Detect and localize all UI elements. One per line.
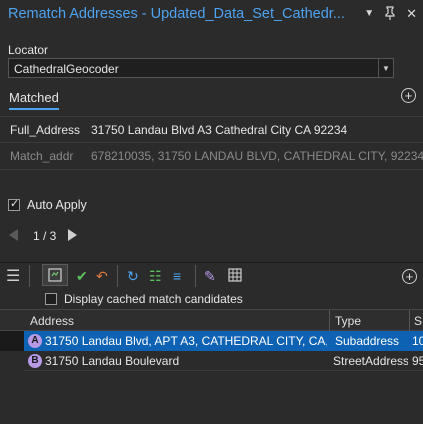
toolbar-separator: [29, 265, 30, 287]
column-divider[interactable]: [329, 310, 330, 332]
cell-score: 95: [412, 354, 423, 368]
sort-list-icon[interactable]: ≡: [173, 268, 181, 284]
rematch-icon[interactable]: ↻: [127, 268, 139, 285]
row-selector[interactable]: [0, 331, 24, 351]
auto-apply-label: Auto Apply: [27, 198, 87, 212]
add-field-icon[interactable]: +: [401, 88, 416, 103]
match-icon[interactable]: ✔: [76, 268, 88, 285]
zoom-to-candidate-button[interactable]: [42, 264, 68, 286]
pager-text: 1 / 3: [33, 229, 57, 243]
tab-matched[interactable]: Matched: [9, 90, 59, 110]
display-cached-label: Display cached match candidates: [64, 292, 243, 306]
candidate-badge: A: [28, 334, 42, 348]
cell-address: 31750 Landau Boulevard: [45, 354, 180, 368]
field-value: 678210035, 31750 LANDAU BLVD, CATHEDRAL …: [91, 149, 423, 163]
candidates-toolbar: ☰ ✔ ↶ ↻ ☷ ≡ ✎ +: [0, 263, 423, 291]
column-divider[interactable]: [409, 310, 410, 332]
field-name: Match_addr: [10, 149, 74, 163]
window-title: Rematch Addresses - Updated_Data_Set_Cat…: [8, 6, 345, 22]
field-name: Full_Address: [10, 123, 81, 137]
chevron-down-icon[interactable]: ▼: [364, 8, 374, 23]
close-icon[interactable]: ✕: [406, 6, 417, 23]
field-value[interactable]: 31750 Landau Blvd A3 Cathedral City CA 9…: [91, 123, 347, 137]
unmatch-icon[interactable]: ↶: [96, 268, 108, 285]
table-row[interactable]: B 31750 Landau Boulevard StreetAddress 9…: [0, 351, 423, 371]
toolbar-separator: [195, 265, 196, 287]
display-cached-checkbox[interactable]: [45, 293, 57, 305]
next-arrow-icon[interactable]: [68, 229, 77, 241]
field-row-match-addr: Match_addr 678210035, 31750 LANDAU BLVD,…: [0, 143, 423, 170]
menu-icon[interactable]: ☰: [6, 266, 20, 286]
edit-candidate-icon[interactable]: ✎: [204, 268, 216, 285]
previous-arrow-icon[interactable]: [9, 229, 18, 241]
window-controls: ▼ ✕: [364, 6, 417, 23]
cell-type: Subaddress: [335, 334, 400, 348]
candidate-badge: B: [28, 354, 42, 368]
cell-address: 31750 Landau Blvd, APT A3, CATHEDRAL CIT…: [45, 334, 327, 348]
pin-icon[interactable]: [384, 6, 396, 23]
title-bar: Rematch Addresses - Updated_Data_Set_Cat…: [0, 0, 423, 28]
checkmark-icon: ✓: [10, 198, 20, 210]
locator-dropdown[interactable]: CathedralGeocoder ▼: [8, 58, 394, 78]
table-row[interactable]: A 31750 Landau Blvd, APT A3, CATHEDRAL C…: [0, 331, 423, 351]
field-row-full-address: Full_Address 31750 Landau Blvd A3 Cathed…: [0, 116, 423, 143]
table-header: Address Type S: [0, 309, 423, 332]
candidates-panel: ☰ ✔ ↶ ↻ ☷ ≡ ✎ + Display cached match can…: [0, 262, 423, 424]
match-list-icon[interactable]: ☷: [149, 268, 162, 285]
column-header-address[interactable]: Address: [30, 314, 74, 328]
cell-type: StreetAddress: [333, 354, 408, 368]
column-header-score[interactable]: S: [414, 314, 422, 328]
auto-apply-checkbox[interactable]: ✓: [8, 198, 20, 211]
add-candidate-icon[interactable]: +: [402, 269, 417, 284]
toolbar-separator: [117, 265, 118, 287]
row-selector[interactable]: [0, 351, 24, 371]
cell-score: 10: [412, 334, 423, 348]
column-header-type[interactable]: Type: [335, 314, 361, 328]
locator-label: Locator: [8, 43, 49, 57]
table-icon[interactable]: [228, 268, 242, 285]
dropdown-arrow-icon[interactable]: ▼: [378, 59, 393, 77]
locator-value: CathedralGeocoder: [14, 62, 119, 76]
